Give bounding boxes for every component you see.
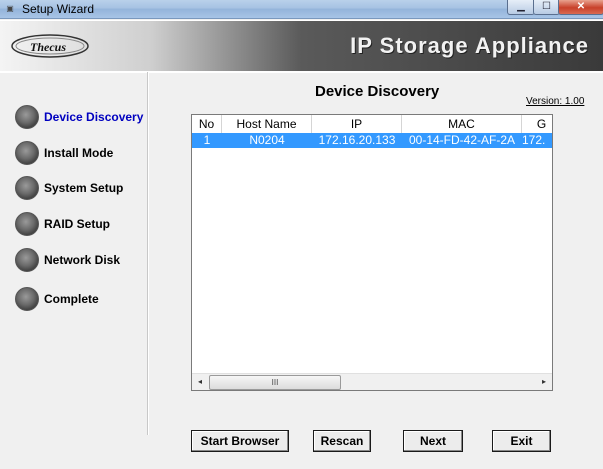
step-bullet-icon bbox=[15, 176, 39, 200]
horizontal-scrollbar[interactable]: ◂ III ▸ bbox=[192, 373, 552, 390]
step-label: Device Discovery bbox=[44, 110, 144, 124]
cell-no: 1 bbox=[203, 133, 211, 147]
device-list[interactable]: No Host Name IP MAC G 1 N0204 172.16.20.… bbox=[191, 114, 553, 391]
maximize-button[interactable]: ☐ bbox=[533, 0, 560, 15]
step-bullet-icon bbox=[15, 105, 39, 129]
scroll-thumb[interactable]: III bbox=[209, 375, 341, 390]
step-device-discovery: Device Discovery bbox=[15, 105, 145, 129]
page-title: Device Discovery bbox=[315, 83, 440, 100]
sidebar-divider bbox=[147, 72, 149, 435]
exit-button[interactable]: Exit bbox=[492, 430, 551, 452]
window-title: Setup Wizard bbox=[22, 2, 95, 16]
product-title: IP Storage Appliance bbox=[350, 33, 589, 58]
step-label: Install Mode bbox=[44, 146, 114, 160]
rescan-button[interactable]: Rescan bbox=[313, 430, 371, 452]
logo-text: Thecus bbox=[30, 40, 66, 54]
header-banner: Thecus IP Storage Appliance bbox=[0, 20, 603, 73]
step-bullet-icon bbox=[15, 141, 39, 165]
step-system-setup: System Setup bbox=[15, 176, 145, 200]
step-raid-setup: RAID Setup bbox=[15, 212, 145, 236]
title-bar[interactable]: ▣ Setup Wizard ▁ ☐ ✕ bbox=[0, 0, 603, 19]
cell-host-name: N0204 bbox=[249, 133, 285, 147]
step-bullet-icon bbox=[15, 212, 39, 236]
step-label: Network Disk bbox=[44, 253, 121, 267]
step-bullet-icon bbox=[15, 248, 39, 272]
column-header-mac[interactable]: MAC bbox=[402, 115, 522, 133]
cell-mac: 00-14-FD-42-AF-2A bbox=[408, 133, 516, 147]
next-button[interactable]: Next bbox=[403, 430, 463, 452]
cell-g: 172. bbox=[522, 133, 546, 147]
step-label: System Setup bbox=[44, 181, 124, 195]
step-network-disk: Network Disk bbox=[15, 248, 145, 272]
thecus-app-icon: ▣ bbox=[6, 4, 14, 13]
close-button[interactable]: ✕ bbox=[558, 0, 603, 15]
scroll-left-icon[interactable]: ◂ bbox=[192, 374, 208, 390]
step-install-mode: Install Mode bbox=[15, 141, 145, 165]
minimize-button[interactable]: ▁ bbox=[507, 0, 535, 15]
step-label: RAID Setup bbox=[44, 217, 110, 231]
step-label: Complete bbox=[44, 292, 99, 306]
step-bullet-icon bbox=[15, 287, 39, 311]
scroll-right-icon[interactable]: ▸ bbox=[536, 374, 552, 390]
list-header: No Host Name IP MAC G bbox=[192, 115, 552, 134]
table-row[interactable]: 1 N0204 172.16.20.133 00-14-FD-42-AF-2A … bbox=[192, 133, 552, 148]
column-header-no[interactable]: No bbox=[192, 115, 222, 133]
thecus-logo: Thecus bbox=[10, 33, 90, 59]
column-header-g[interactable]: G bbox=[522, 115, 552, 133]
column-header-ip[interactable]: IP bbox=[312, 115, 402, 133]
cell-ip: 172.16.20.133 bbox=[318, 133, 396, 147]
step-complete: Complete bbox=[15, 287, 145, 311]
start-browser-button[interactable]: Start Browser bbox=[191, 430, 289, 452]
version-label: Version: 1.00 bbox=[526, 96, 585, 107]
column-header-host-name[interactable]: Host Name bbox=[222, 115, 312, 133]
